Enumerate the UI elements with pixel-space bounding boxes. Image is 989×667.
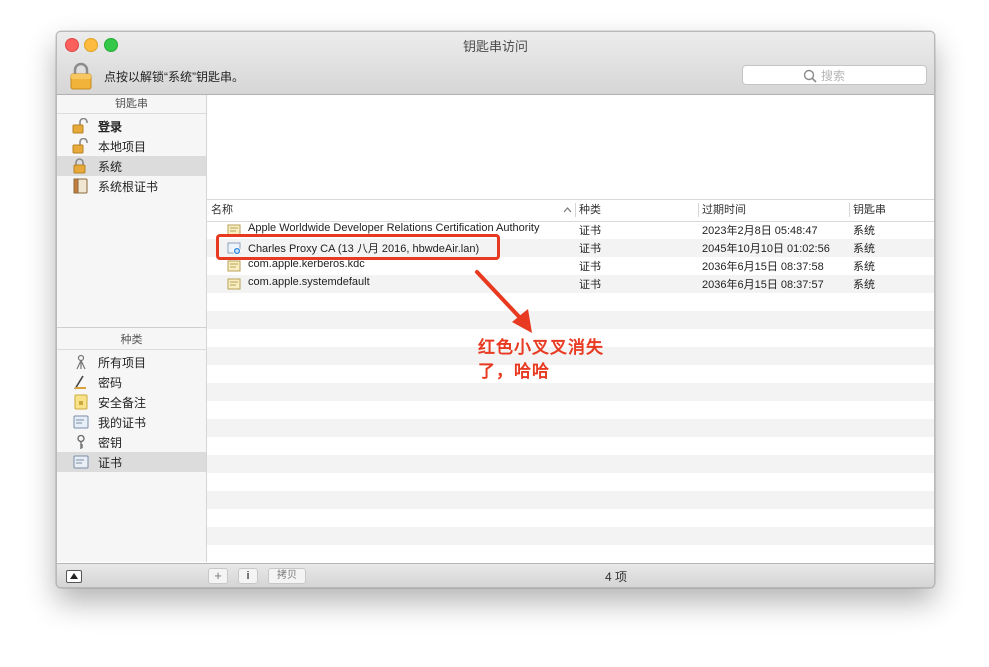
category-my-certificates[interactable]: 我的证书: [57, 412, 206, 432]
category-header: 种类: [57, 331, 206, 350]
unlocked-padlock-icon: [72, 138, 88, 154]
cell-keychain: 系统: [853, 243, 875, 255]
item-preview-area: [207, 95, 934, 199]
sidebar-item-label: 本地项目: [98, 140, 147, 154]
sidebar-item-local-items[interactable]: 本地项目: [57, 136, 206, 156]
category-secure-notes[interactable]: 安全备注: [57, 392, 206, 412]
bottom-bar: + i 拷贝 4 项: [57, 563, 934, 587]
category-label: 我的证书: [98, 416, 147, 430]
sidebar-item-label: 系统: [98, 160, 123, 174]
cabinet-icon: [73, 178, 88, 194]
certificate-icon: [227, 260, 241, 272]
sidebar-divider[interactable]: [57, 327, 206, 328]
category-all-items[interactable]: 所有项目: [57, 352, 206, 372]
annotation-text: 红色小叉叉消失 了，哈哈: [478, 336, 658, 384]
item-count: 4 项: [605, 570, 628, 584]
triangle-up-icon: [70, 573, 78, 579]
sidebar-item-login[interactable]: 登录: [57, 116, 206, 136]
locked-padlock-icon: [73, 158, 86, 174]
add-item-button[interactable]: +: [208, 568, 228, 584]
category-passwords[interactable]: 密码: [57, 372, 206, 392]
category-label: 密钥: [98, 436, 123, 450]
secure-note-icon: [74, 394, 88, 410]
cell-expires: 2045年10月10日 01:02:56: [702, 243, 830, 255]
all-items-icon: [76, 354, 86, 370]
certificate-icon: [73, 455, 89, 469]
search-field[interactable]: 搜索: [742, 65, 927, 85]
empty-row: [207, 455, 934, 473]
info-button[interactable]: i: [238, 568, 258, 584]
empty-row: [207, 545, 934, 563]
category-label: 证书: [98, 456, 123, 470]
key-icon: [77, 434, 85, 449]
table-row[interactable]: com.apple.systemdefault 证书 2036年6月15日 08…: [207, 275, 934, 293]
cell-kind: 证书: [579, 243, 601, 255]
column-header-keychain[interactable]: 钥匙串: [853, 200, 886, 220]
title-bar: 钥匙串访问 点按以解锁“系统”钥匙串。 搜索: [57, 32, 934, 95]
column-separator[interactable]: [575, 203, 576, 217]
cell-expires: 2036年6月15日 08:37:58: [702, 261, 824, 273]
keychain-access-window: 钥匙串访问 点按以解锁“系统”钥匙串。 搜索 钥匙串 登录 本地项目 系统 系统…: [56, 31, 935, 588]
column-header-kind[interactable]: 种类: [579, 200, 601, 220]
empty-row: [207, 437, 934, 455]
empty-row: [207, 527, 934, 545]
keychains-header: 钥匙串: [57, 95, 206, 114]
empty-row: [207, 419, 934, 437]
category-label: 所有项目: [98, 356, 147, 370]
sidebar: 钥匙串 登录 本地项目 系统 系统根证书 种类 所有项目 密码 安全备注 我的证…: [57, 95, 207, 562]
empty-row: [207, 473, 934, 491]
cell-keychain: 系统: [853, 261, 875, 273]
annotation-line-1: 红色小叉叉消失: [478, 338, 604, 357]
annotation-line-2: 了，哈哈: [478, 362, 550, 381]
magnifier-icon: [803, 69, 817, 83]
unlock-message: 点按以解锁“系统”钥匙串。: [104, 70, 244, 84]
cell-keychain: 系统: [853, 225, 875, 237]
unlocked-padlock-icon: [72, 118, 88, 134]
sidebar-item-system-roots[interactable]: 系统根证书: [57, 176, 206, 196]
category-label: 密码: [98, 376, 123, 390]
highlight-box: [216, 234, 500, 260]
column-header-expires[interactable]: 过期时间: [702, 200, 746, 220]
cell-kind: 证书: [579, 279, 601, 291]
sidebar-item-label: 登录: [98, 120, 123, 134]
cell-name: com.apple.systemdefault: [248, 276, 370, 288]
empty-row: [207, 383, 934, 401]
cell-expires: 2036年6月15日 08:37:57: [702, 279, 824, 291]
category-label: 安全备注: [98, 396, 147, 410]
my-certificate-icon: [73, 415, 89, 429]
empty-row: [207, 311, 934, 329]
cell-expires: 2023年2月8日 05:48:47: [702, 225, 818, 237]
empty-row: [207, 509, 934, 527]
column-separator[interactable]: [849, 203, 850, 217]
sidebar-item-label: 系统根证书: [98, 180, 159, 194]
sort-ascending-icon: [563, 207, 572, 213]
column-header-name[interactable]: 名称: [211, 200, 233, 220]
empty-row: [207, 293, 934, 311]
cell-kind: 证书: [579, 261, 601, 273]
copy-button[interactable]: 拷贝: [268, 568, 306, 584]
cell-kind: 证书: [579, 225, 601, 237]
search-placeholder: 搜索: [821, 69, 846, 83]
category-keys[interactable]: 密钥: [57, 432, 206, 452]
empty-row: [207, 401, 934, 419]
column-separator[interactable]: [698, 203, 699, 217]
certificate-icon: [227, 278, 241, 290]
sidebar-item-system[interactable]: 系统: [57, 156, 206, 176]
cell-keychain: 系统: [853, 279, 875, 291]
empty-row: [207, 491, 934, 509]
cell-name: Apple Worldwide Developer Relations Cert…: [248, 222, 540, 234]
items-pane: 名称 种类 过期时间 钥匙串 Apple Worldwide Developer…: [207, 95, 934, 562]
password-icon: [74, 375, 86, 390]
toggle-sidebar-button[interactable]: [66, 570, 82, 583]
locked-padlock-icon[interactable]: [69, 62, 93, 90]
category-certificates[interactable]: 证书: [57, 452, 206, 472]
window-title: 钥匙串访问: [462, 39, 528, 54]
table-body: Apple Worldwide Developer Relations Cert…: [207, 221, 934, 562]
